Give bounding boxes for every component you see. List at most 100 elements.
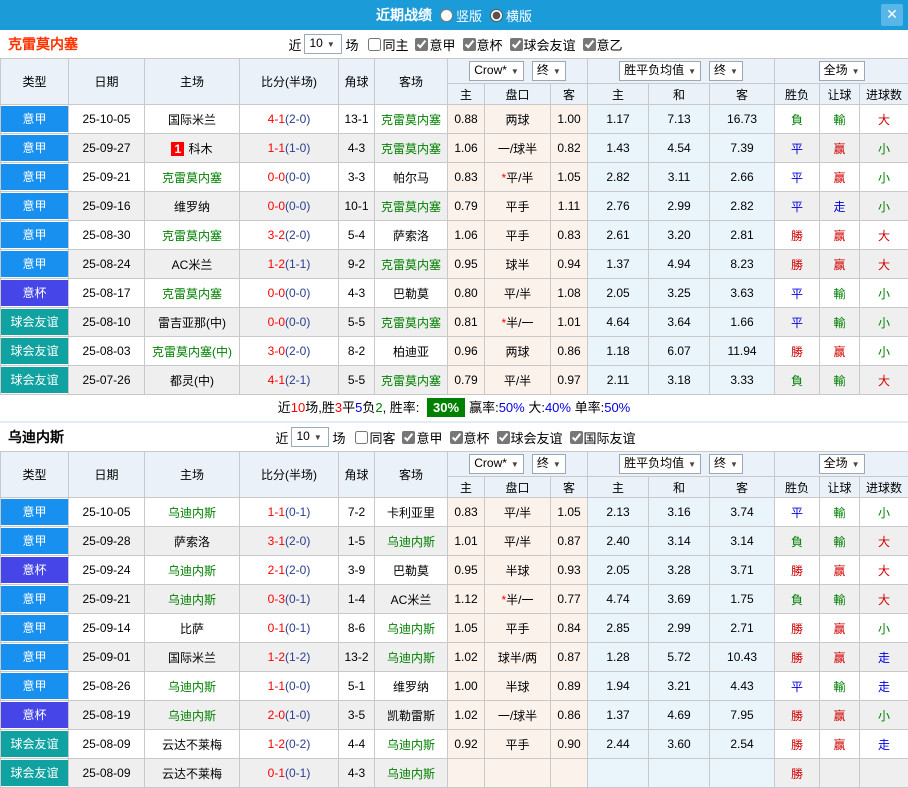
match-row: 意甲 25-09-14 比萨 0-1(0-1) 8-6 乌迪内斯 1.05 平手…	[1, 614, 908, 643]
avg-odds-select[interactable]: 胜平负均值▼	[619, 454, 701, 474]
home-odds: 1.06	[448, 221, 485, 250]
league-type-badge: 意甲	[1, 673, 68, 699]
match-count-select[interactable]: 10▼	[291, 427, 329, 447]
vertical-radio-input[interactable]	[440, 9, 453, 22]
league-checkbox-2[interactable]: 球会友谊	[490, 428, 563, 447]
home-team-name: 克雷莫内塞	[162, 171, 222, 185]
layout-radio-vertical[interactable]: 竖版	[434, 6, 482, 25]
away-odds: 0.87	[551, 643, 588, 672]
avg-odds-select[interactable]: 胜平负均值▼	[619, 61, 701, 81]
league-type-badge: 意杯	[1, 280, 68, 306]
same-venue-input[interactable]	[368, 38, 381, 51]
odds-provider-select[interactable]: Crow*▼	[469, 61, 524, 81]
halftime-score: (1-1)	[285, 257, 310, 271]
handicap-line: 半球	[505, 564, 529, 578]
league-checkbox-3[interactable]: 意乙	[576, 35, 623, 54]
corner-score: 3-5	[339, 701, 375, 730]
halftime-score: (0-2)	[285, 737, 310, 751]
home-team: 维罗纳	[145, 192, 240, 221]
league-type-badge: 球会友谊	[1, 338, 68, 364]
home-odds: 1.12	[448, 585, 485, 614]
handicap-cell: 平手	[485, 730, 551, 759]
avg-draw-odds: 2.99	[649, 192, 710, 221]
chevron-down-icon: ▼	[511, 67, 519, 76]
league-checkbox-2[interactable]: 球会友谊	[503, 35, 576, 54]
avg-draw-odds	[649, 759, 710, 788]
match-result: 勝	[775, 730, 820, 759]
score-cell: 0-1(0-1)	[240, 759, 339, 788]
handicap-result: 赢	[820, 701, 860, 730]
odds-provider-select[interactable]: Crow*▼	[469, 454, 524, 474]
same-venue-input[interactable]	[355, 431, 368, 444]
corner-score: 1-4	[339, 585, 375, 614]
league-checkbox-1[interactable]: 意杯	[443, 428, 490, 447]
league-checkbox-3[interactable]: 国际友谊	[563, 428, 636, 447]
odds-time-select[interactable]: 终▼	[532, 454, 566, 474]
avg-away-odds: 3.14	[710, 527, 775, 556]
same-venue-checkbox[interactable]: 同客	[348, 428, 395, 447]
league-type-cell: 意甲	[1, 672, 69, 701]
away-odds: 0.93	[551, 556, 588, 585]
away-team: 克雷莫内塞	[375, 192, 448, 221]
halftime-score: (1-0)	[285, 708, 310, 722]
chevron-down-icon: ▼	[553, 460, 561, 469]
close-button[interactable]: ✕	[881, 4, 903, 26]
away-odds: 1.00	[551, 105, 588, 134]
home-team-name: 科木	[189, 142, 213, 156]
near-label: 近	[288, 35, 301, 54]
handicap-cell: 两球	[485, 105, 551, 134]
avg-draw-odds: 2.99	[649, 614, 710, 643]
away-team-name: 克雷莫内塞	[381, 258, 441, 272]
halftime-score: (2-0)	[285, 344, 310, 358]
period-select[interactable]: 全场▼	[819, 454, 865, 474]
league-checkbox-0[interactable]: 意甲	[408, 35, 455, 54]
away-team: 帕尔马	[375, 163, 448, 192]
corner-score: 5-5	[339, 308, 375, 337]
sub-col-avg-home: 主	[588, 477, 649, 498]
home-odds: 1.01	[448, 527, 485, 556]
col-corner: 角球	[339, 59, 375, 105]
score-cell: 0-0(0-0)	[240, 163, 339, 192]
period-select[interactable]: 全场▼	[819, 61, 865, 81]
handicap-line: 球半	[505, 258, 529, 272]
col-score: 比分(半场)	[240, 59, 339, 105]
goals-result: 大	[860, 105, 908, 134]
fulltime-score: 1-1	[268, 679, 285, 693]
away-team-name: 克雷莫内塞	[381, 200, 441, 214]
league-type-badge: 意甲	[1, 615, 68, 641]
horizontal-radio-input[interactable]	[490, 9, 503, 22]
handicap-line: 半球	[505, 680, 529, 694]
avg-away-odds: 8.23	[710, 250, 775, 279]
avg-away-odds: 2.66	[710, 163, 775, 192]
league-checkbox-0[interactable]: 意甲	[395, 428, 442, 447]
odds-time-select[interactable]: 终▼	[532, 61, 566, 81]
home-odds: 1.02	[448, 643, 485, 672]
league-type-badge: 意甲	[1, 499, 68, 525]
away-odds: 0.84	[551, 614, 588, 643]
match-count-select[interactable]: 10▼	[304, 34, 342, 54]
away-team-name: 克雷莫内塞	[381, 316, 441, 330]
league-type-badge: 意甲	[1, 106, 68, 132]
score-cell: 1-2(1-1)	[240, 250, 339, 279]
handicap-line: 一/球半	[498, 709, 537, 723]
team-header-row: 克雷莫内塞 近 10▼ 场 同主 意甲 意杯 球会友谊 意	[0, 30, 908, 58]
same-venue-checkbox[interactable]: 同主	[361, 35, 408, 54]
avg-draw-odds: 3.14	[649, 527, 710, 556]
score-cell: 3-1(2-0)	[240, 527, 339, 556]
halftime-score: (0-0)	[285, 286, 310, 300]
layout-radio-horizontal[interactable]: 横版	[484, 6, 532, 25]
avg-home-odds: 1.43	[588, 134, 649, 163]
avg-home-odds	[588, 759, 649, 788]
fulltime-score: 0-0	[268, 199, 285, 213]
league-type-cell: 意甲	[1, 498, 69, 527]
corner-score: 1-5	[339, 527, 375, 556]
match-row: 意甲 25-08-30 克雷莫内塞 3-2(2-0) 5-4 萨索洛 1.06 …	[1, 221, 908, 250]
avg-time-select[interactable]: 终▼	[709, 61, 743, 81]
summary-text: 50%	[499, 400, 525, 415]
league-type-badge: 意杯	[1, 557, 68, 583]
avg-time-select[interactable]: 终▼	[709, 454, 743, 474]
league-checkbox-1[interactable]: 意杯	[456, 35, 503, 54]
home-team-name: 国际米兰	[168, 651, 216, 665]
halftime-score: (2-1)	[285, 373, 310, 387]
league-type-cell: 球会友谊	[1, 308, 69, 337]
